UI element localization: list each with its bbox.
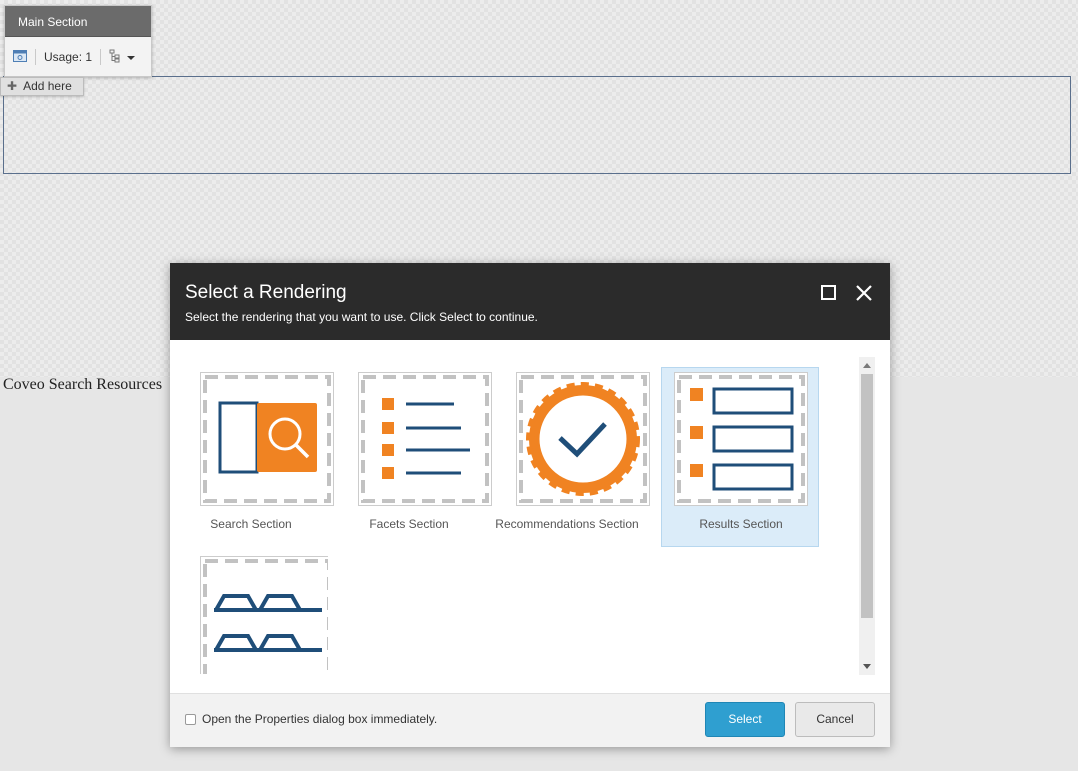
usage-count[interactable]: Usage: 1 — [44, 50, 92, 64]
rendering-label: Results Section — [699, 517, 783, 531]
scrollbar[interactable] — [859, 357, 875, 675]
renderings-list: Search Section Facets Section Recommenda… — [170, 340, 890, 693]
gold-bars-icon — [200, 556, 328, 674]
properties-icon[interactable] — [13, 49, 27, 65]
scroll-thumb[interactable] — [861, 374, 873, 618]
tree-icon[interactable] — [109, 49, 123, 66]
dialog-header: Select a Rendering Select the rendering … — [170, 263, 890, 340]
scroll-down-icon[interactable] — [863, 664, 871, 669]
page-heading-text: Coveo Search Resources — [3, 376, 163, 393]
add-here-label: Add here — [23, 79, 72, 93]
maximize-icon[interactable] — [821, 285, 836, 300]
dialog-title: Select a Rendering — [185, 282, 347, 303]
cancel-button[interactable]: Cancel — [795, 702, 875, 737]
toolbar-separator — [100, 49, 102, 65]
open-properties-checkbox[interactable] — [185, 714, 196, 725]
scroll-up-icon[interactable] — [863, 363, 871, 368]
dialog-footer: Open the Properties dialog box immediate… — [170, 693, 890, 747]
search-section-icon — [200, 372, 334, 506]
rendering-label: Facets Section — [369, 517, 449, 531]
chrome-toolbar: Usage: 1 — [5, 37, 151, 77]
select-rendering-dialog: Select a Rendering Select the rendering … — [170, 263, 890, 747]
chevron-down-icon[interactable] — [127, 50, 136, 64]
plus-icon: ✚ — [7, 79, 18, 93]
rendering-recommendations-section[interactable]: Recommendations Section — [487, 367, 650, 547]
rendering-results-section[interactable]: Results Section — [661, 367, 819, 547]
chrome-title: Main Section — [5, 6, 151, 37]
rendering-gold-bars[interactable] — [171, 551, 329, 675]
facets-section-icon — [358, 372, 492, 506]
select-button[interactable]: Select — [705, 702, 785, 737]
rendering-search-section[interactable]: Search Section — [171, 367, 334, 547]
placeholder-area[interactable] — [3, 76, 1071, 174]
rendering-label: Recommendations Section — [495, 517, 639, 531]
placeholder-chrome: Main Section Usage: 1 — [4, 5, 152, 77]
rendering-label: Search Section — [210, 517, 292, 531]
toolbar-separator — [35, 49, 36, 65]
dialog-subtitle: Select the rendering that you want to us… — [185, 310, 538, 324]
open-properties-label[interactable]: Open the Properties dialog box immediate… — [202, 712, 437, 726]
results-section-icon — [674, 372, 808, 506]
add-here-button[interactable]: ✚ Add here — [0, 77, 84, 96]
rendering-facets-section[interactable]: Facets Section — [329, 367, 492, 547]
close-icon[interactable] — [853, 282, 875, 304]
recommendations-section-icon — [516, 372, 650, 506]
